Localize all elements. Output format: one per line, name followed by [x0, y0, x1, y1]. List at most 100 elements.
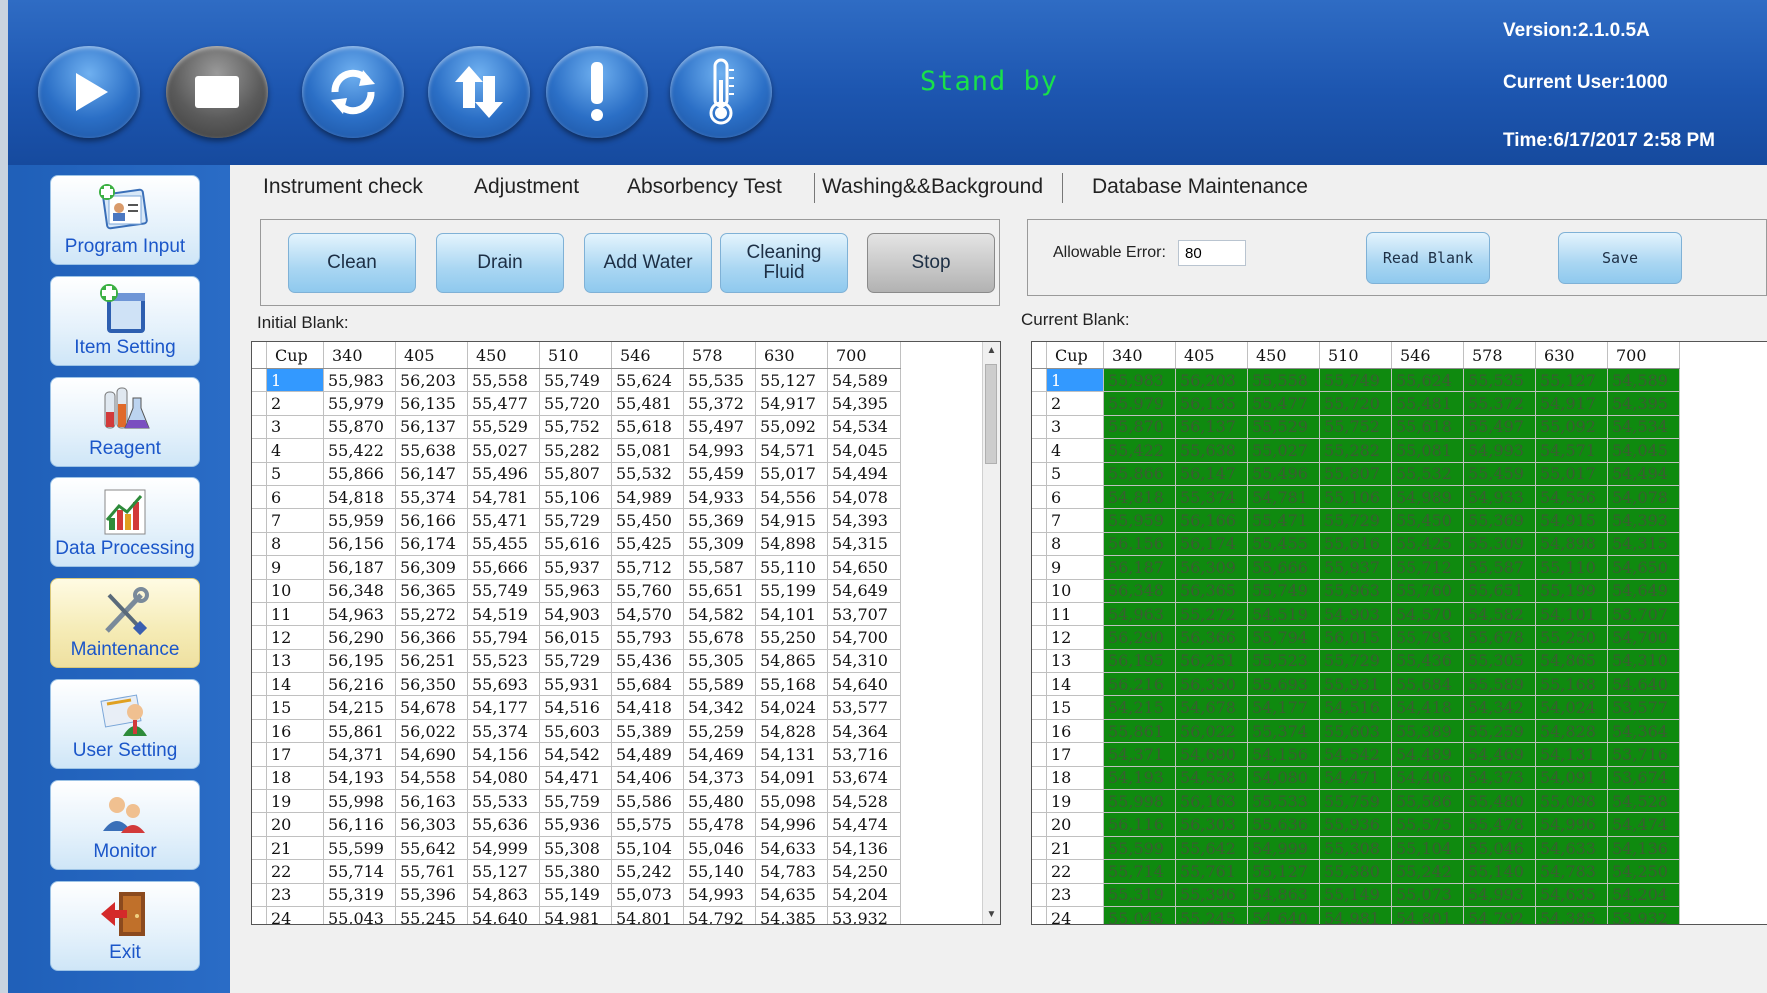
blank-value-cell[interactable]: 55,319 — [1103, 883, 1176, 907]
blank-value-cell[interactable]: 55,959 — [1103, 508, 1176, 533]
blank-value-cell[interactable]: 56,166 — [395, 508, 468, 533]
read-blank-button[interactable]: Read Blank — [1366, 232, 1490, 284]
blank-value-cell[interactable]: 54,474 — [1607, 812, 1680, 837]
blank-value-cell[interactable]: 54,315 — [1607, 532, 1680, 557]
blank-value-cell[interactable]: 54,993 — [683, 438, 756, 463]
blank-value-cell[interactable]: 55,603 — [1319, 719, 1392, 744]
blank-value-cell[interactable]: 55,587 — [683, 555, 756, 580]
blank-value-cell[interactable]: 55,616 — [539, 532, 612, 557]
blank-value-cell[interactable]: 55,127 — [755, 368, 828, 393]
blank-value-cell[interactable]: 55,589 — [1463, 672, 1536, 697]
table-row[interactable]: 2 55,979 56,135 55,477 55,720 55,481 55,372 54,… — [1032, 391, 1680, 416]
blank-value-cell[interactable]: 55,017 — [755, 462, 828, 486]
blank-value-cell[interactable]: 54,136 — [827, 836, 901, 861]
cup-number-cell[interactable]: 6 — [1046, 485, 1104, 510]
blank-value-cell[interactable]: 55,309 — [1463, 532, 1536, 557]
blank-value-cell[interactable]: 55,309 — [683, 532, 756, 557]
blank-value-cell[interactable]: 55,245 — [1175, 906, 1248, 924]
blank-value-cell[interactable]: 54,418 — [611, 695, 684, 720]
blank-value-cell[interactable]: 54,903 — [1319, 602, 1392, 627]
blank-value-cell[interactable]: 54,177 — [467, 695, 540, 720]
cup-number-cell[interactable]: 2 — [1046, 391, 1104, 416]
row-gutter[interactable] — [1032, 555, 1047, 580]
blank-value-cell[interactable]: 54,406 — [1391, 766, 1464, 791]
blank-value-cell[interactable]: 54,091 — [755, 766, 828, 791]
blank-value-cell[interactable]: 54,045 — [827, 438, 901, 463]
blank-value-cell[interactable]: 55,374 — [395, 485, 468, 510]
cup-number-cell[interactable]: 7 — [1046, 508, 1104, 533]
blank-value-cell[interactable]: 56,366 — [1175, 625, 1248, 650]
blank-value-cell[interactable]: 56,303 — [395, 812, 468, 837]
sidebar-item-user-setting[interactable]: User Setting — [50, 679, 200, 769]
cup-number-cell[interactable]: 11 — [1046, 602, 1104, 627]
blank-value-cell[interactable]: 55,478 — [683, 812, 756, 837]
sidebar-item-reagent[interactable]: Reagent — [50, 377, 200, 467]
column-header[interactable]: 340 — [1103, 342, 1176, 369]
cup-number-cell[interactable]: 22 — [1046, 859, 1104, 884]
blank-value-cell[interactable]: 54,633 — [1535, 836, 1608, 861]
play-button[interactable] — [38, 46, 140, 138]
blank-value-cell[interactable]: 54,516 — [539, 695, 612, 720]
blank-value-cell[interactable]: 55,535 — [1463, 368, 1536, 393]
blank-value-cell[interactable]: 54,993 — [1463, 438, 1536, 463]
blank-value-cell[interactable]: 54,650 — [1607, 555, 1680, 580]
blank-value-cell[interactable]: 56,163 — [395, 789, 468, 814]
blank-value-cell[interactable]: 55,374 — [1175, 485, 1248, 510]
blank-value-cell[interactable]: 54,781 — [1247, 485, 1320, 510]
scroll-up-icon[interactable]: ▲ — [983, 342, 1000, 360]
blank-value-cell[interactable]: 55,422 — [323, 438, 396, 463]
blank-value-cell[interactable]: 56,174 — [395, 532, 468, 557]
blank-value-cell[interactable]: 54,024 — [1535, 695, 1608, 720]
blank-value-cell[interactable]: 55,140 — [1463, 859, 1536, 884]
blank-value-cell[interactable]: 54,474 — [827, 812, 901, 837]
refresh-button[interactable] — [302, 46, 404, 138]
cup-number-cell[interactable]: 16 — [1046, 719, 1104, 744]
blank-value-cell[interactable]: 55,979 — [1103, 391, 1176, 416]
blank-value-cell[interactable]: 54,589 — [1607, 368, 1680, 393]
blank-value-cell[interactable]: 54,250 — [1607, 859, 1680, 884]
blank-value-cell[interactable]: 55,651 — [683, 579, 756, 603]
current-blank-table[interactable]: Cup 340 405 450 510 546 578 630 700 1 55,983 56,203… — [1031, 341, 1767, 925]
cup-number-cell[interactable]: 17 — [266, 742, 324, 767]
blank-value-cell[interactable]: 54,917 — [1535, 391, 1608, 416]
table-row[interactable]: 5 55,866 56,147 55,496 55,807 55,532 55,459 55,… — [252, 462, 901, 486]
blank-value-cell[interactable]: 56,195 — [323, 649, 396, 674]
table-row[interactable]: 3 55,870 56,137 55,529 55,752 55,618 55,497 55,… — [1032, 415, 1680, 440]
row-gutter[interactable] — [1032, 883, 1047, 907]
blank-value-cell[interactable]: 56,174 — [1175, 532, 1248, 557]
cup-number-cell[interactable]: 13 — [1046, 649, 1104, 674]
cup-number-cell[interactable]: 20 — [266, 812, 324, 837]
cup-number-cell[interactable]: 21 — [1046, 836, 1104, 861]
blank-value-cell[interactable]: 54,999 — [1247, 836, 1320, 861]
table-row[interactable]: 18 54,193 54,558 54,080 54,471 54,406 54,373 54… — [252, 766, 901, 791]
blank-value-cell[interactable]: 55,533 — [1247, 789, 1320, 814]
table-row[interactable]: 14 56,216 56,350 55,693 55,931 55,684 55,589 55… — [252, 672, 901, 697]
table-row[interactable]: 11 54,963 55,272 54,519 54,903 54,570 54,582 54… — [252, 602, 901, 627]
cup-number-cell[interactable]: 1 — [1046, 368, 1104, 393]
blank-value-cell[interactable]: 55,250 — [1535, 625, 1608, 650]
scroll-down-icon[interactable]: ▼ — [983, 906, 1000, 924]
blank-value-cell[interactable]: 54,898 — [1535, 532, 1608, 557]
table-row[interactable]: 18 54,193 54,558 54,080 54,471 54,406 54,373 54… — [1032, 766, 1680, 791]
blank-value-cell[interactable]: 53,707 — [827, 602, 901, 627]
blank-value-cell[interactable]: 55,455 — [1247, 532, 1320, 557]
blank-value-cell[interactable]: 55,104 — [1391, 836, 1464, 861]
blank-value-cell[interactable]: 54,792 — [1463, 906, 1536, 924]
blank-value-cell[interactable]: 54,516 — [1319, 695, 1392, 720]
row-gutter[interactable] — [252, 602, 267, 627]
blank-value-cell[interactable]: 55,396 — [1175, 883, 1248, 907]
blank-value-cell[interactable]: 55,714 — [323, 859, 396, 884]
blank-value-cell[interactable]: 54,385 — [1535, 906, 1608, 924]
blank-value-cell[interactable]: 55,759 — [1319, 789, 1392, 814]
table-row[interactable]: 6 54,818 55,374 54,781 55,106 54,989 54,933 54,… — [1032, 485, 1680, 510]
blank-value-cell[interactable]: 55,532 — [1391, 462, 1464, 486]
blank-value-cell[interactable]: 55,529 — [467, 415, 540, 440]
blank-value-cell[interactable]: 56,137 — [1175, 415, 1248, 440]
blank-value-cell[interactable]: 54,418 — [1391, 695, 1464, 720]
blank-value-cell[interactable]: 55,098 — [755, 789, 828, 814]
blank-value-cell[interactable]: 55,242 — [611, 859, 684, 884]
blank-value-cell[interactable]: 54,917 — [755, 391, 828, 416]
table-row[interactable]: 17 54,371 54,690 54,156 54,542 54,489 54,469 54… — [1032, 742, 1680, 767]
blank-value-cell[interactable]: 54,570 — [1391, 602, 1464, 627]
blank-value-cell[interactable]: 54,534 — [827, 415, 901, 440]
